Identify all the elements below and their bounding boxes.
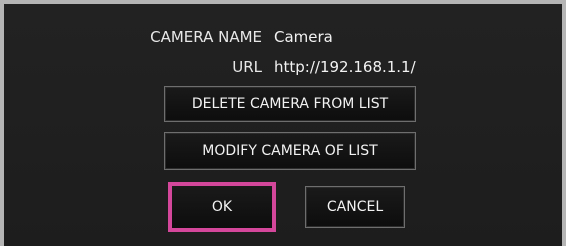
url-label: URL <box>232 58 262 76</box>
camera-name-value: Camera <box>274 28 333 46</box>
url-value: http://192.168.1.1/ <box>274 58 416 76</box>
modify-camera-button-label: MODIFY CAMERA OF LIST <box>202 143 378 159</box>
camera-dialog: CAMERA NAME Camera URL http://192.168.1.… <box>0 0 566 246</box>
delete-camera-button[interactable]: DELETE CAMERA FROM LIST <box>164 86 416 122</box>
ok-button[interactable]: OK <box>168 182 276 232</box>
camera-name-label: CAMERA NAME <box>150 28 262 46</box>
cancel-button-label: CANCEL <box>326 199 384 215</box>
ok-button-label: OK <box>211 199 233 215</box>
delete-camera-button-label: DELETE CAMERA FROM LIST <box>191 96 389 112</box>
modify-camera-button[interactable]: MODIFY CAMERA OF LIST <box>164 132 416 170</box>
cancel-button[interactable]: CANCEL <box>305 186 405 228</box>
